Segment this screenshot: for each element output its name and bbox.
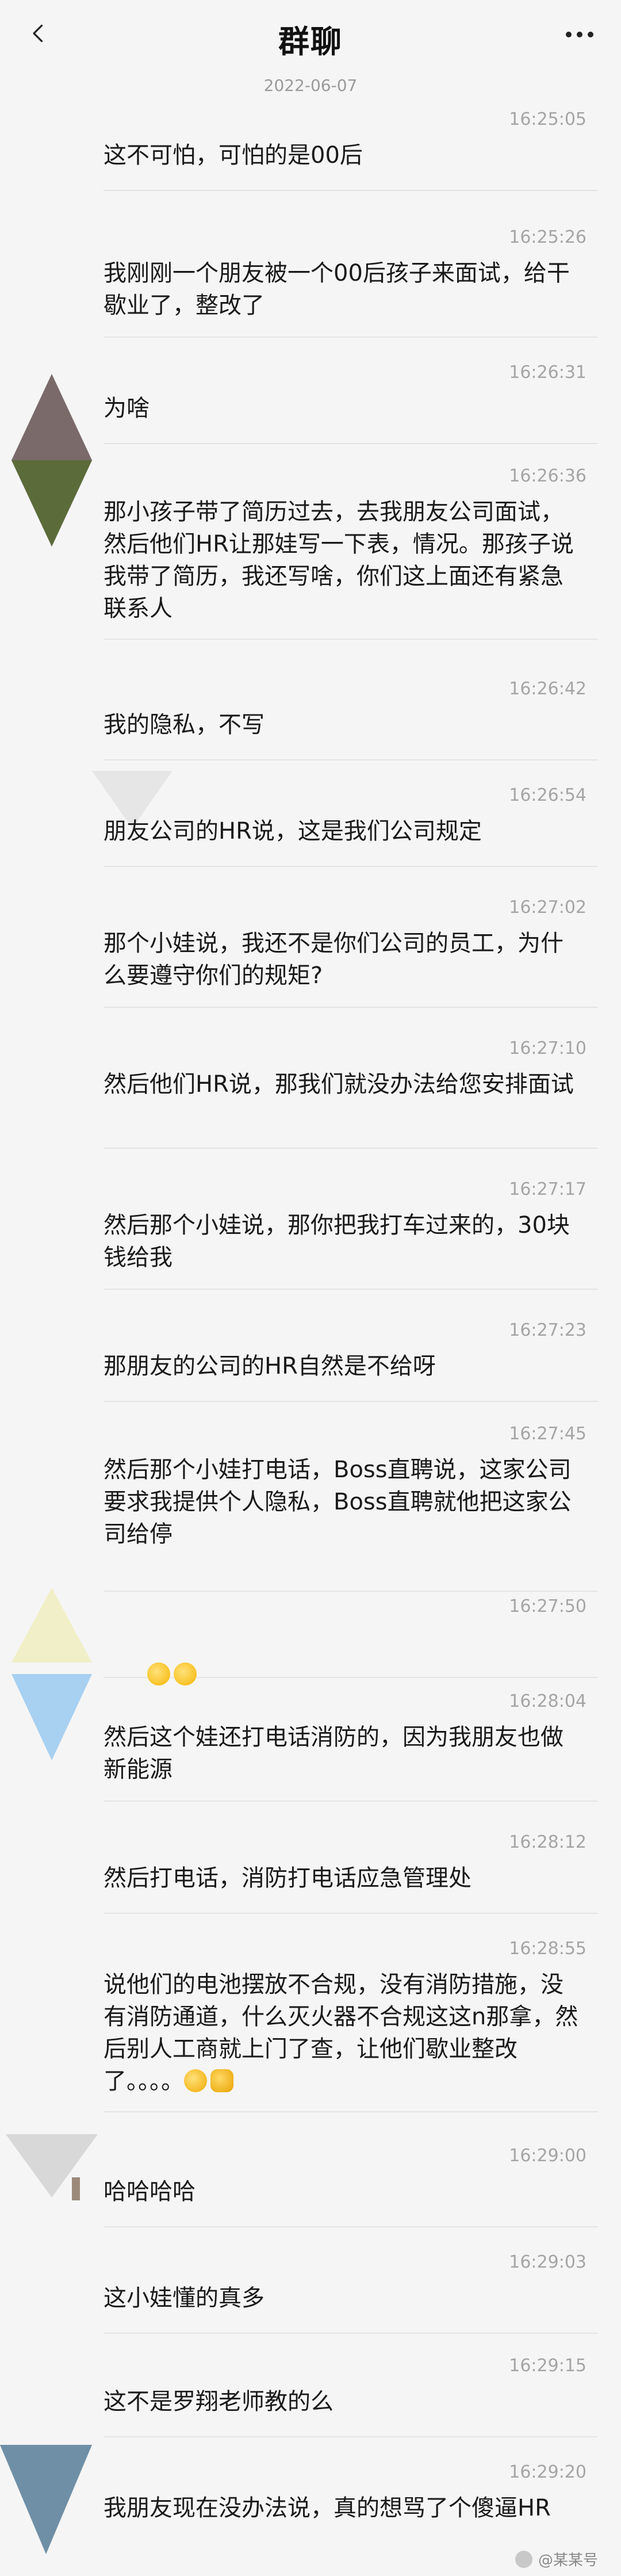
message-time: 16:27:50 bbox=[509, 1596, 586, 1616]
laughing-face-emoji bbox=[184, 2069, 207, 2092]
message-item[interactable]: 16:25:26 我刚刚一个朋友被一个00后孩子来面试，给干歇业了，整改了 bbox=[103, 221, 598, 338]
watermark: @某某号 bbox=[515, 2548, 598, 2570]
message-time: 16:29:15 bbox=[509, 2356, 586, 2376]
thumbs-up-emoji bbox=[210, 2069, 233, 2092]
avatar[interactable] bbox=[6, 2134, 98, 2203]
message-item[interactable]: 16:27:02 那个小娃说，我还不是你们公司的员工，为什么要遵守你们的规矩? bbox=[103, 892, 598, 1008]
message-item[interactable]: 16:26:31 为啥 bbox=[103, 357, 598, 444]
message-time: 16:25:26 bbox=[509, 227, 586, 247]
page-title: 群聊 bbox=[278, 24, 343, 60]
message-time: 16:29:00 bbox=[509, 2146, 586, 2166]
message-item[interactable]: 16:29:15 这不是罗翔老师教的么 bbox=[103, 2350, 598, 2437]
message-text: 为啥 bbox=[103, 395, 150, 422]
message-time: 16:29:03 bbox=[509, 2252, 586, 2272]
message-text-body: 说他们的电池摆放不合规，没有消防措施，没有消防通道，什么灭火器不合规这这n那拿，… bbox=[103, 1971, 578, 2095]
message-time: 16:28:04 bbox=[509, 1691, 586, 1711]
message-text: 我的隐私，不写 bbox=[103, 712, 264, 738]
message-text: 然后这个娃还打电话消防的，因为我朋友也做新能源 bbox=[103, 1724, 564, 1783]
message-item[interactable]: 16:25:05 这不可怕，可怕的是00后 bbox=[103, 104, 598, 191]
message-time: 16:27:23 bbox=[509, 1320, 586, 1340]
message-item[interactable]: 16:27:23 那朋友的公司的HR自然是不给呀 bbox=[103, 1314, 598, 1402]
watermark-text: @某某号 bbox=[538, 2552, 598, 2569]
message-text: 那个小娃说，我还不是你们公司的员工，为什么要遵守你们的规矩? bbox=[103, 930, 564, 989]
avatar[interactable] bbox=[12, 374, 92, 546]
message-time: 16:26:42 bbox=[509, 679, 586, 699]
message-text: 这不可怕，可怕的是00后 bbox=[103, 142, 363, 169]
chat-header: 群聊 bbox=[0, 0, 621, 68]
message-text: 那朋友的公司的HR自然是不给呀 bbox=[103, 1353, 436, 1379]
message-time: 16:27:10 bbox=[509, 1038, 586, 1058]
message-item[interactable]: 16:29:00 哈哈哈哈 bbox=[103, 2140, 598, 2227]
thinking-face-emoji bbox=[147, 1662, 171, 1686]
message-time: 16:27:45 bbox=[509, 1424, 586, 1444]
message-text: 这小娃懂的真多 bbox=[103, 2285, 264, 2311]
message-item[interactable]: 16:29:03 这小娃懂的真多 bbox=[103, 2246, 598, 2334]
message-time: 16:26:36 bbox=[509, 466, 586, 486]
message-time: 16:29:20 bbox=[509, 2462, 586, 2482]
message-item[interactable]: 16:27:17 然后那个小娃说，那你把我打车过来的，30块钱给我 bbox=[103, 1174, 598, 1290]
message-time: 16:28:12 bbox=[509, 1832, 586, 1852]
message-item[interactable]: 16:27:50 bbox=[103, 1591, 598, 1686]
avatar[interactable] bbox=[0, 2445, 92, 2554]
message-item[interactable]: 16:28:55 说他们的电池摆放不合规，没有消防措施，没有消防通道，什么灭火器… bbox=[103, 1933, 598, 2112]
message-text: 那小孩子带了简历过去，去我朋友公司面试，然后他们HR让那娃写一下表，情况。那孩子… bbox=[103, 499, 574, 622]
message-text: 我刚刚一个朋友被一个00后孩子来面试，给干歇业了，整改了 bbox=[103, 260, 570, 319]
message-time: 16:27:17 bbox=[509, 1179, 586, 1199]
message-item[interactable]: 16:26:36 那小孩子带了简历过去，去我朋友公司面试，然后他们HR让那娃写一… bbox=[103, 460, 598, 640]
message-item[interactable]: 16:29:20 我朋友现在没办法说，真的想骂了个傻逼HR bbox=[103, 2456, 598, 2543]
message-item[interactable]: 16:26:54 朋友公司的HR说，这是我们公司规定 bbox=[103, 779, 598, 867]
message-text: 我朋友现在没办法说，真的想骂了个傻逼HR bbox=[103, 2495, 551, 2521]
thinking-face-emoji bbox=[174, 1662, 197, 1686]
message-time: 16:25:05 bbox=[509, 109, 586, 129]
message-time: 16:27:02 bbox=[509, 897, 586, 918]
avatar[interactable] bbox=[12, 1588, 92, 1760]
message-text: 然后那个小娃打电话，Boss直聘说，这家公司要求我提供个人隐私，Boss直聘就他… bbox=[103, 1457, 572, 1547]
message-item[interactable]: 16:27:45 然后那个小娃打电话，Boss直聘说，这家公司要求我提供个人隐私… bbox=[103, 1418, 598, 1592]
message-text: 哈哈哈哈 bbox=[103, 2178, 195, 2205]
message-time: 16:26:54 bbox=[509, 785, 586, 805]
message-item[interactable]: 16:28:04 然后这个娃还打电话消防的，因为我朋友也做新能源 bbox=[103, 1686, 598, 1802]
message-text: 朋友公司的HR说，这是我们公司规定 bbox=[103, 818, 482, 844]
message-item[interactable]: 16:27:10 然后他们HR说，那我们就没办法给您安排面试 bbox=[103, 1033, 598, 1149]
message-text: 说他们的电池摆放不合规，没有消防措施，没有消防通道，什么灭火器不合规这这n那拿，… bbox=[103, 1969, 581, 2097]
message-time: 16:28:55 bbox=[509, 1939, 586, 1959]
message-text: 然后那个小娃说，那你把我打车过来的，30块钱给我 bbox=[103, 1212, 570, 1271]
message-text: 然后他们HR说，那我们就没办法给您安排面试 bbox=[103, 1071, 574, 1098]
more-dots-icon bbox=[566, 32, 593, 37]
date-separator: 2022-06-07 bbox=[263, 76, 358, 95]
message-item[interactable]: 16:26:42 我的隐私，不写 bbox=[103, 673, 598, 760]
message-item[interactable]: 16:28:12 然后打电话，消防打电话应急管理处 bbox=[103, 1826, 598, 1914]
message-text: 这不是罗翔老师教的么 bbox=[103, 2388, 334, 2415]
message-text: 然后打电话，消防打电话应急管理处 bbox=[103, 1865, 471, 1891]
message-time: 16:26:31 bbox=[509, 362, 586, 383]
more-button[interactable] bbox=[561, 21, 598, 48]
weibo-icon bbox=[515, 2550, 532, 2568]
